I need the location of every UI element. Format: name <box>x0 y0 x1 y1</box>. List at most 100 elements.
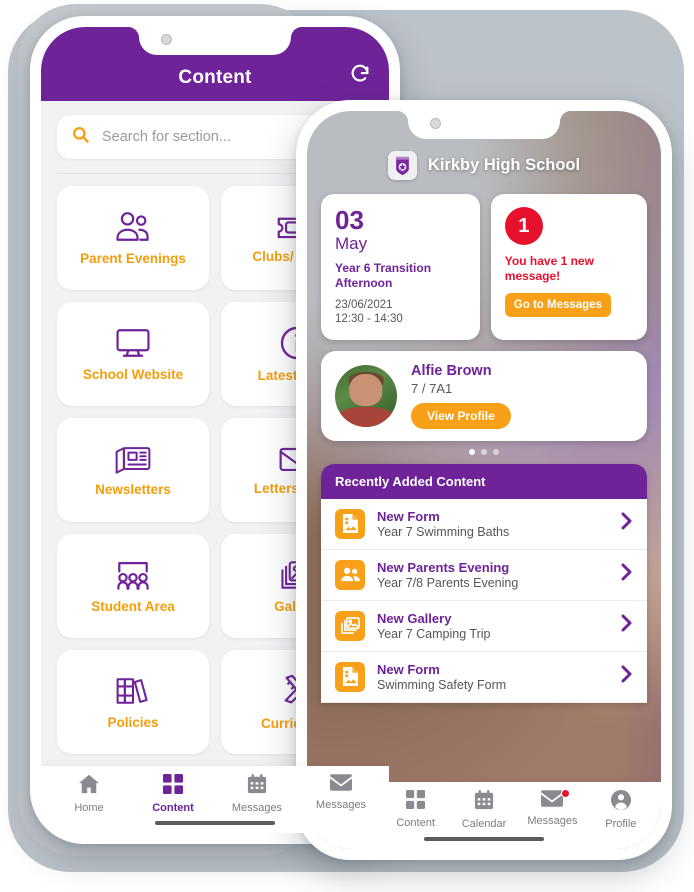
tab-messages[interactable]: Messages <box>299 774 383 814</box>
list-item-title: New Form <box>377 508 440 524</box>
tile-policies[interactable]: Policies <box>57 650 209 754</box>
grid-icon <box>163 774 183 799</box>
list-item-text: New Form Year 7 Swimming Baths <box>377 509 608 539</box>
list-item-subtitle: Year 7 Camping Trip <box>377 626 491 641</box>
date-month: May <box>335 234 368 253</box>
student-info: Alfie Brown 7 / 7A1 View Profile <box>411 363 511 429</box>
tab-label: Home <box>74 802 104 814</box>
school-crest-icon <box>387 151 417 180</box>
list-item-title: New Gallery <box>377 610 452 626</box>
carousel-dots[interactable] <box>321 448 647 455</box>
carousel-dot[interactable] <box>469 448 475 455</box>
tab-calendar[interactable]: Calendar <box>450 790 518 830</box>
event-date: 23/06/2021 <box>335 298 393 311</box>
search-icon <box>71 125 90 149</box>
message-count-badge: 1 <box>504 207 543 245</box>
newspaper-icon <box>113 443 153 475</box>
list-item-text: New Form Swimming Safety Form <box>377 662 608 692</box>
notch-right <box>397 111 571 139</box>
list-item[interactable]: New Form Swimming Safety Form <box>321 652 647 703</box>
tile-newsletters[interactable]: Newsletters <box>57 418 209 522</box>
page-title: Content <box>178 67 252 88</box>
list-item-title: New Form <box>377 661 440 677</box>
tab-label: Messages <box>315 799 367 811</box>
summary-cards: 03 May Year 6 Transition Afternoon 23/06… <box>321 194 647 340</box>
date-day: 03 <box>335 205 364 235</box>
chevron-right-icon <box>620 614 633 637</box>
chevron-right-icon <box>620 665 633 688</box>
list-item-title: New Parents Evening <box>377 559 510 575</box>
list-item-subtitle: Swimming Safety Form <box>377 677 507 692</box>
tile-school-website[interactable]: School Website <box>57 302 209 406</box>
date-card[interactable]: 03 May Year 6 Transition Afternoon 23/06… <box>321 194 480 340</box>
avatar-head <box>349 373 383 406</box>
monitor-icon <box>113 326 153 360</box>
school-header: Kirkby High School <box>321 151 647 180</box>
front-camera-icon <box>430 118 441 129</box>
list-item[interactable]: New Parents Evening Year 7/8 Parents Eve… <box>321 550 647 601</box>
chevron-right-icon <box>620 563 633 586</box>
message-card: 1 You have 1 new message! Go to Messages <box>490 194 647 340</box>
classroom-icon <box>112 558 154 592</box>
search-placeholder: Search for section... <box>102 129 231 145</box>
home-content: Kirkby High School 03 May Year 6 Transit… <box>307 111 661 703</box>
books-icon <box>114 674 152 708</box>
list-item[interactable]: New Gallery Year 7 Camping Trip <box>321 601 647 652</box>
chevron-right-icon <box>620 512 633 535</box>
view-profile-button[interactable]: View Profile <box>411 402 511 429</box>
tab-home[interactable]: Home <box>47 774 131 814</box>
tabbar-left: Home Content Messages Messages <box>41 766 389 833</box>
list-item[interactable]: New Form Year 7 Swimming Baths <box>321 499 647 550</box>
tab-label: Content <box>396 817 435 829</box>
tile-parent-evenings[interactable]: Parent Evenings <box>57 186 209 290</box>
avatar-body <box>339 407 393 427</box>
envelope-icon <box>330 774 352 796</box>
calendar-icon <box>474 790 494 815</box>
list-item-subtitle: Year 7/8 Parents Evening <box>377 575 519 590</box>
go-to-messages-button[interactable]: Go to Messages <box>504 293 611 317</box>
carousel-dot[interactable] <box>493 448 499 455</box>
person-circle-icon <box>610 790 631 815</box>
avatar <box>335 364 397 427</box>
tile-label: Policies <box>107 714 159 730</box>
home-indicator <box>155 821 275 825</box>
tile-student-area[interactable]: Student Area <box>57 534 209 638</box>
tab-label: Content <box>152 802 194 814</box>
tab-messages[interactable]: Messages <box>518 789 586 830</box>
screen-right: Kirkby High School 03 May Year 6 Transit… <box>307 111 661 849</box>
student-card: Alfie Brown 7 / 7A1 View Profile <box>321 350 647 441</box>
student-name: Alfie Brown <box>411 362 492 379</box>
tab-profile[interactable]: Profile <box>587 790 655 830</box>
refresh-icon[interactable] <box>349 63 371 90</box>
student-class: 7 / 7A1 <box>411 380 453 396</box>
form-icon <box>335 661 365 692</box>
tab-label: Messages <box>231 802 283 814</box>
people-icon <box>335 559 365 590</box>
tab-label: Profile <box>605 818 637 830</box>
front-camera-icon <box>161 34 172 45</box>
list-item-text: New Gallery Year 7 Camping Trip <box>377 611 608 641</box>
event-title: Year 6 Transition Afternoon <box>335 261 432 290</box>
notch-left <box>128 27 302 55</box>
tab-content[interactable]: Content <box>131 774 215 814</box>
tile-label: Parent Evenings <box>80 250 186 266</box>
list-item-text: New Parents Evening Year 7/8 Parents Eve… <box>377 560 608 590</box>
messages-badge-dot <box>560 789 570 798</box>
home-indicator <box>424 837 544 841</box>
carousel-dot[interactable] <box>481 448 487 455</box>
message-text: You have 1 new message! <box>504 254 594 283</box>
tile-label: Newsletters <box>95 481 171 497</box>
section-heading: Recently Added Content <box>321 463 647 499</box>
tab-content[interactable]: Content <box>381 790 449 830</box>
tab-label: Calendar <box>461 818 507 830</box>
grid-icon <box>406 790 426 814</box>
calendar-icon <box>247 774 267 799</box>
tile-label: Student Area <box>91 598 175 614</box>
people-icon <box>113 210 153 244</box>
recently-added-content: Recently Added Content New Form Year 7 S… <box>321 463 647 703</box>
tab-calendar[interactable]: Messages <box>215 774 299 814</box>
school-name: Kirkby High School <box>427 156 581 174</box>
tile-label: School Website <box>82 366 184 382</box>
tab-label: Messages <box>527 815 578 827</box>
event-time: 12:30 - 14:30 <box>335 313 403 326</box>
